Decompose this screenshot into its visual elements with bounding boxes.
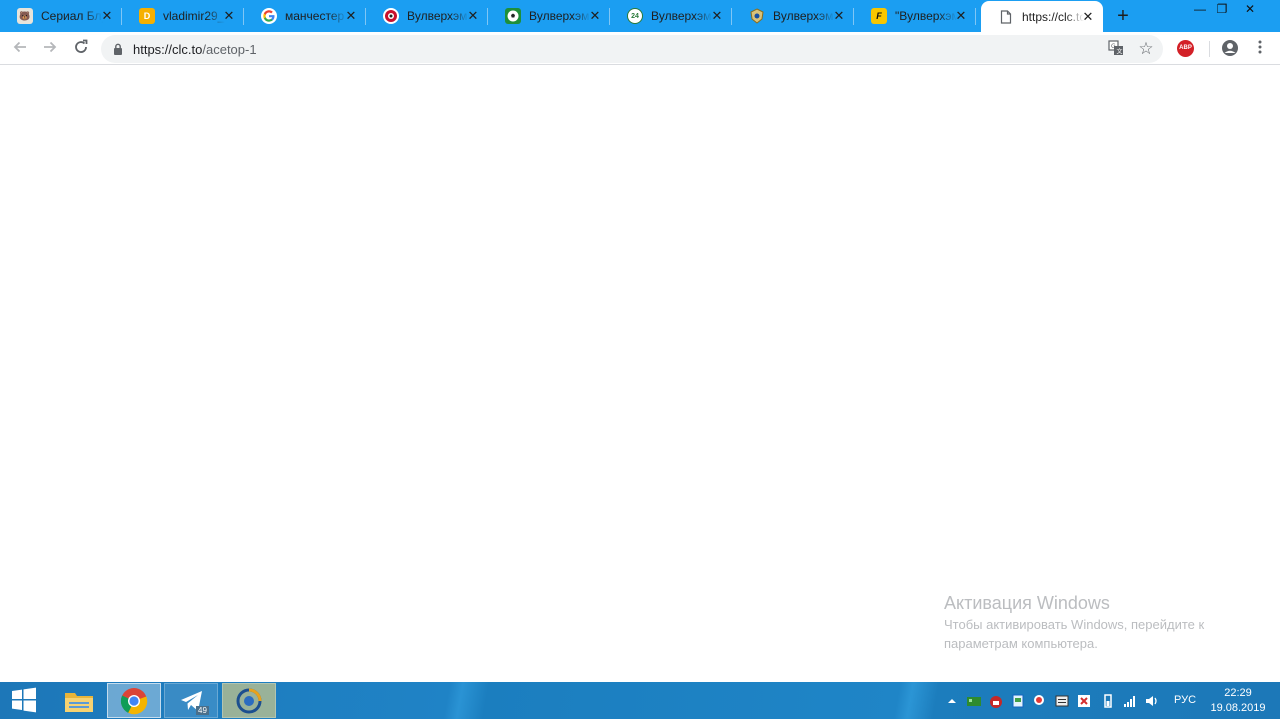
chevron-up-icon[interactable] [944,693,960,709]
watermark-line-1: Чтобы активировать Windows, перейдите к [944,617,1205,632]
close-tab-icon[interactable]: ✕ [1081,10,1095,24]
club-crest-icon [383,8,399,24]
more-vertical-icon [1258,40,1262,54]
close-tab-icon[interactable]: ✕ [954,9,968,23]
battery-icon[interactable] [1100,693,1116,709]
network-card-icon[interactable] [966,693,982,709]
language-indicator[interactable]: РУС [1174,694,1196,706]
page-content [0,66,1280,682]
close-tab-icon[interactable]: ✕ [344,9,358,23]
close-tab-icon[interactable]: ✕ [466,9,480,23]
tab-title: Сериал Блудливая Калифорния [41,9,103,23]
tab-title: Вулверхэмптон [773,9,835,23]
tab-vladimir[interactable]: D vladimir29_2 ✕ [122,0,244,32]
bookmark-star-icon[interactable]: ☆ [1137,40,1155,58]
tab-title: Вулверхэмптон [529,9,591,23]
profile-button[interactable] [1220,39,1240,59]
sync-app-icon [236,688,262,714]
url-host: https://clc.to [133,42,203,57]
windows-logo-icon [12,687,36,713]
windows-activation-watermark: Активация Windows Чтобы активировать Win… [944,592,1204,653]
account-icon [1222,40,1238,56]
tab-wolves-5[interactable]: F "Вулверхэмптон ✕ [854,0,976,32]
tab-wolves-1[interactable]: Вулверхэмптон ✕ [366,0,488,32]
tab-title: Вулверхэмптон [407,9,469,23]
adblock-plus-icon[interactable]: ABP [1177,40,1194,57]
window-close-button[interactable]: ✕ [1235,0,1265,20]
start-button[interactable] [0,682,48,719]
tab-strip: 🐻 Сериал Блудливая Калифорния ✕ D vladim… [0,0,1280,32]
reload-button[interactable] [71,39,91,59]
lock-tray-icon[interactable] [988,693,1004,709]
crest-icon [749,8,765,24]
soccer-ball-icon [505,8,521,24]
tab-title: Вулверхэмптон [651,9,713,23]
tab-title: "Вулверхэмптон [895,9,957,23]
watermark-title: Активация Windows [944,593,1110,613]
menu-button[interactable] [1250,39,1270,59]
new-tab-button[interactable]: + [1114,6,1132,26]
svg-text:文: 文 [1117,48,1123,56]
forward-button[interactable] [40,39,60,59]
close-tab-icon[interactable]: ✕ [588,9,602,23]
close-tab-icon[interactable]: ✕ [710,9,724,23]
taskbar-chrome[interactable] [107,683,161,718]
url-path: /acetop-1 [202,42,257,57]
tab-serial[interactable]: 🐻 Сериал Блудливая Калифорния ✕ [0,0,122,32]
tab-title: https://clc.to/acetop-1 [1022,9,1084,24]
tab-wolves-2[interactable]: Вулверхэмптон ✕ [488,0,610,32]
tab-wolves-4[interactable]: Вулверхэмптон ✕ [732,0,854,32]
back-arrow-icon [13,41,26,53]
signal-icon[interactable] [1122,693,1138,709]
system-tray [940,682,1180,719]
clock[interactable]: 22:29 19.08.2019 [1208,686,1268,716]
toolbar-separator [1209,41,1210,57]
back-button[interactable] [10,39,30,59]
taskbar-sync-app[interactable] [222,683,276,718]
forward-arrow-icon [44,41,57,53]
tab-title: vladimir29_2 [163,9,225,23]
tab-clc-active[interactable]: https://clc.to/acetop-1 ✕ [981,1,1103,32]
page-icon [998,9,1014,25]
clock-time: 22:29 [1224,687,1252,699]
flash-drive-icon[interactable] [1010,693,1026,709]
close-tab-icon[interactable]: ✕ [100,9,114,23]
clock-date: 19.08.2019 [1210,702,1266,714]
lock-icon [114,43,122,55]
taskbar: 49 РУС 22:29 19.08.2019 [0,682,1280,719]
google-icon [261,8,277,24]
taskbar-file-explorer[interactable] [52,683,106,718]
f-logo-icon: F [871,8,887,24]
printer-icon[interactable] [1054,693,1070,709]
svg-text:G: G [1111,43,1116,50]
disk-error-icon[interactable] [1076,693,1092,709]
restore-button[interactable]: ❐ [1207,0,1237,20]
d-logo-icon: D [139,8,155,24]
url-text[interactable]: https://clc.to/acetop-1 [133,42,257,57]
tab-title: манчестер сити [285,9,347,23]
bear-icon: 🐻 [17,8,33,24]
volume-icon[interactable] [1144,693,1160,709]
tab-google-search[interactable]: манчестер сити ✕ [244,0,366,32]
tab-wolves-3[interactable]: 24 Вулверхэмптон ✕ [610,0,732,32]
sport24-icon: 24 [627,8,643,24]
translate-icon[interactable]: G文 [1107,40,1125,58]
taskbar-telegram[interactable]: 49 [164,683,218,718]
close-tab-icon[interactable]: ✕ [222,9,236,23]
telegram-badge: 49 [196,706,209,715]
tab-separator [975,8,976,25]
file-explorer-icon [65,693,93,712]
reload-icon [75,39,88,53]
chrome-icon [120,688,148,715]
watermark-line-2: параметрам компьютера. [944,636,1098,651]
address-bar[interactable]: https://clc.to/acetop-1 G文 ☆ [101,35,1163,63]
search-tray-icon[interactable] [1032,693,1048,709]
close-tab-icon[interactable]: ✕ [832,9,846,23]
browser-toolbar: https://clc.to/acetop-1 G文 ☆ ABP [0,32,1280,65]
